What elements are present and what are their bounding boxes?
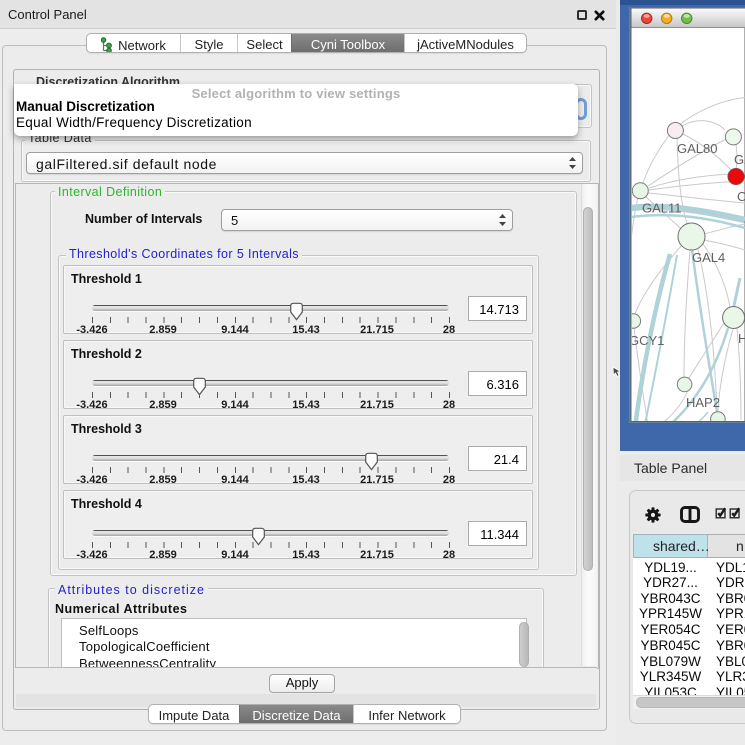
svg-text:HA: HA — [738, 331, 745, 346]
svg-text:HAP2: HAP2 — [686, 395, 720, 410]
svg-text:GCY1: GCY1 — [629, 333, 664, 348]
svg-text:GA: GA — [734, 152, 745, 167]
svg-text:GAL4: GAL4 — [692, 250, 725, 265]
svg-text:GAL80: GAL80 — [677, 141, 717, 156]
svg-text:CY: CY — [737, 189, 745, 204]
svg-text:GAL11: GAL11 — [642, 201, 682, 216]
